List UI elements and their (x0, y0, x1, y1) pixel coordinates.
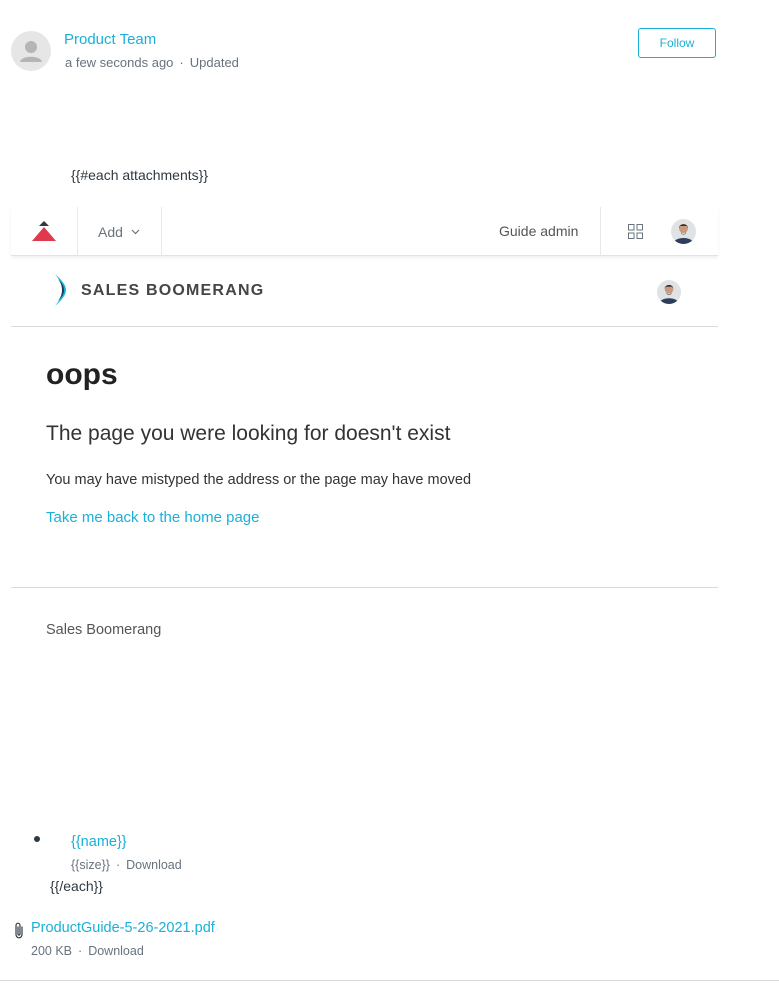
attachment-meta: 200 KB · Download (31, 944, 144, 958)
boomerang-logo-icon[interactable] (53, 273, 77, 307)
apps-grid-icon[interactable] (628, 224, 643, 239)
person-avatar-icon (657, 280, 681, 304)
chevron-down-icon (131, 229, 140, 234)
guide-logo-icon[interactable] (11, 207, 78, 256)
user-avatar[interactable] (671, 219, 696, 244)
brand-name[interactable]: SALES BOOMERANG (81, 282, 264, 300)
author-meta: a few seconds ago · Updated (65, 55, 239, 70)
divider (11, 587, 718, 588)
meta-separator: · (78, 944, 83, 958)
brand-user-avatar[interactable] (657, 280, 681, 304)
user-icon (20, 41, 42, 62)
error-description: You may have mistyped the address or the… (46, 472, 472, 488)
footer-brand-text: Sales Boomerang (46, 622, 162, 638)
error-title: oops (46, 358, 118, 391)
follow-button[interactable]: Follow (638, 28, 716, 58)
add-menu-button[interactable]: Add (78, 207, 162, 256)
toolbar-divider (600, 207, 601, 256)
attachment-link[interactable]: ProductGuide-5-26-2021.pdf (31, 920, 215, 936)
template-download-link[interactable]: Download (126, 858, 182, 872)
meta-separator: · (179, 55, 184, 70)
author-avatar[interactable] (11, 31, 51, 71)
add-label: Add (98, 223, 123, 240)
post-status: Updated (189, 55, 239, 70)
template-attachment-size: {{size}} (71, 858, 110, 872)
author-name-link[interactable]: Product Team (64, 31, 156, 48)
post-time: a few seconds ago (65, 55, 174, 70)
person-avatar-icon (671, 219, 696, 244)
template-each-open: {{#each attachments}} (71, 167, 208, 183)
paperclip-icon (15, 922, 23, 939)
attachment-download-link[interactable]: Download (88, 944, 144, 958)
list-bullet (34, 836, 40, 842)
home-page-link[interactable]: Take me back to the home page (46, 509, 259, 526)
attachment-size: 200 KB (31, 944, 73, 958)
embedded-page-frame: Add Guide admin SALES BOOMERANG oops The… (11, 207, 718, 589)
article-author: Product Team a few seconds ago · Updated F… (11, 28, 731, 80)
template-attachment-name[interactable]: {{name}} (71, 834, 127, 850)
template-each-close: {{/each}} (50, 878, 103, 894)
template-attachment-meta: {{size}} · Download (71, 858, 182, 872)
meta-separator: · (115, 858, 121, 872)
error-subtitle: The page you were looking for doesn't ex… (46, 422, 451, 445)
brand-header: SALES BOOMERANG (11, 256, 718, 327)
admin-toolbar: Add Guide admin (11, 207, 718, 256)
page-divider (0, 980, 779, 981)
guide-admin-link[interactable]: Guide admin (499, 223, 578, 239)
